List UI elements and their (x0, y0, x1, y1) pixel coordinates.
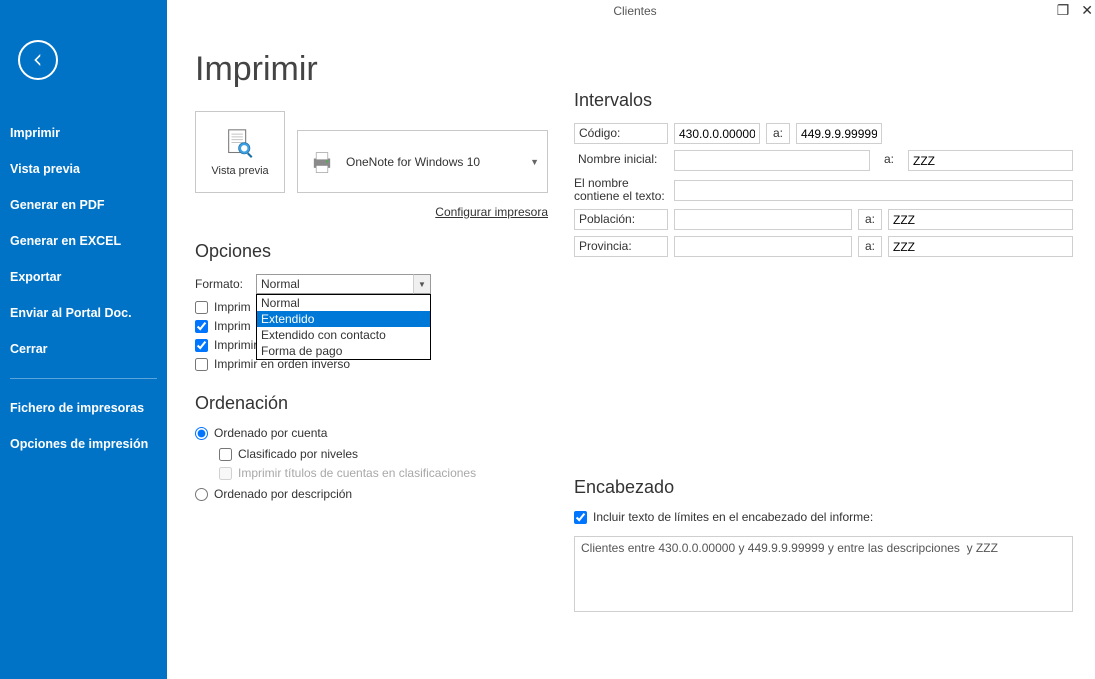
sidebar-item-imprimir[interactable]: Imprimir (0, 118, 167, 148)
intervalos-title: Intervalos (574, 90, 1073, 111)
sidebar-item-cerrar[interactable]: Cerrar (0, 334, 167, 364)
codigo-label: Código: (574, 123, 668, 144)
poblacion-from-input[interactable] (674, 209, 852, 230)
chk-imprim-1-label: Imprim (214, 300, 251, 314)
printer-selector[interactable]: OneNote for Windows 10 ▼ (297, 130, 548, 193)
chk-titulos (219, 467, 232, 480)
printer-name: OneNote for Windows 10 (346, 155, 480, 169)
provincia-label: Provincia: (574, 236, 668, 257)
sidebar: Imprimir Vista previa Generar en PDF Gen… (0, 0, 167, 679)
poblacion-a-label: a: (858, 209, 882, 230)
sidebar-divider (10, 378, 157, 379)
poblacion-to-input[interactable] (888, 209, 1073, 230)
contiene-input[interactable] (674, 180, 1073, 201)
radio-cuenta-label: Ordenado por cuenta (214, 426, 327, 440)
arrow-left-icon (29, 51, 47, 69)
radio-descripcion[interactable] (195, 488, 208, 501)
page-title: Imprimir (195, 50, 548, 89)
preview-label: Vista previa (211, 165, 268, 177)
nombre-a-label: a: (876, 150, 902, 171)
formato-selected: Normal (256, 274, 431, 294)
provincia-a-label: a: (858, 236, 882, 257)
sidebar-item-opciones-impresion[interactable]: Opciones de impresión (0, 429, 167, 459)
chk-imprim-2-label: Imprim (214, 319, 251, 333)
nombre-to-input[interactable] (908, 150, 1073, 171)
nombre-label: Nombre inicial: (574, 150, 668, 171)
chk-incluir-limites-label: Incluir texto de límites en el encabezad… (593, 510, 873, 524)
config-printer-link[interactable]: Configurar impresora (195, 205, 548, 219)
close-icon[interactable]: ✕ (1081, 2, 1093, 19)
sidebar-item-excel[interactable]: Generar en EXCEL (0, 226, 167, 256)
document-magnifier-icon (223, 127, 257, 161)
opciones-title: Opciones (195, 241, 548, 262)
formato-option-forma-pago[interactable]: Forma de pago (257, 343, 430, 359)
sidebar-item-pdf[interactable]: Generar en PDF (0, 190, 167, 220)
chk-inverso[interactable] (195, 358, 208, 371)
encabezado-title: Encabezado (574, 477, 1073, 498)
codigo-from-input[interactable] (674, 123, 760, 144)
encabezado-text[interactable] (574, 536, 1073, 612)
chk-imprim-2[interactable] (195, 320, 208, 333)
formato-combo[interactable]: Normal ▼ Normal Extendido Extendido con … (256, 274, 431, 294)
provincia-to-input[interactable] (888, 236, 1073, 257)
radio-descripcion-label: Ordenado por descripción (214, 487, 352, 501)
back-button[interactable] (18, 40, 58, 80)
sidebar-item-exportar[interactable]: Exportar (0, 262, 167, 292)
window-title: Clientes (613, 4, 656, 18)
maximize-icon[interactable]: ❐ (1057, 2, 1070, 19)
formato-option-extendido[interactable]: Extendido (257, 311, 430, 327)
chk-clasificado[interactable] (219, 448, 232, 461)
radio-cuenta[interactable] (195, 427, 208, 440)
preview-button[interactable]: Vista previa (195, 111, 285, 193)
formato-option-extendido-contacto[interactable]: Extendido con contacto (257, 327, 430, 343)
sidebar-item-portal[interactable]: Enviar al Portal Doc. (0, 298, 167, 328)
nombre-from-input[interactable] (674, 150, 870, 171)
formato-label: Formato: (195, 277, 250, 291)
contiene-label: El nombrecontiene el texto: (574, 177, 668, 203)
sidebar-item-impresoras[interactable]: Fichero de impresoras (0, 393, 167, 423)
content: Clientes ❐ ✕ Imprimir (167, 0, 1095, 679)
ordenacion-title: Ordenación (195, 393, 548, 414)
poblacion-label: Población: (574, 209, 668, 230)
codigo-a-label: a: (766, 123, 790, 144)
titlebar: Clientes ❐ ✕ (167, 0, 1095, 24)
chk-sin-movimientos[interactable] (195, 339, 208, 352)
printer-icon (308, 148, 336, 176)
chk-titulos-label: Imprimir títulos de cuentas en clasifica… (238, 466, 476, 480)
chevron-down-icon: ▼ (530, 157, 539, 167)
formato-dropdown-list: Normal Extendido Extendido con contacto … (256, 294, 431, 360)
chk-incluir-limites[interactable] (574, 511, 587, 524)
chk-imprim-1[interactable] (195, 301, 208, 314)
formato-option-normal[interactable]: Normal (257, 295, 430, 311)
chevron-down-icon[interactable]: ▼ (413, 274, 431, 294)
chk-clasificado-label: Clasificado por niveles (238, 447, 358, 461)
codigo-to-input[interactable] (796, 123, 882, 144)
provincia-from-input[interactable] (674, 236, 852, 257)
sidebar-item-vista-previa[interactable]: Vista previa (0, 154, 167, 184)
